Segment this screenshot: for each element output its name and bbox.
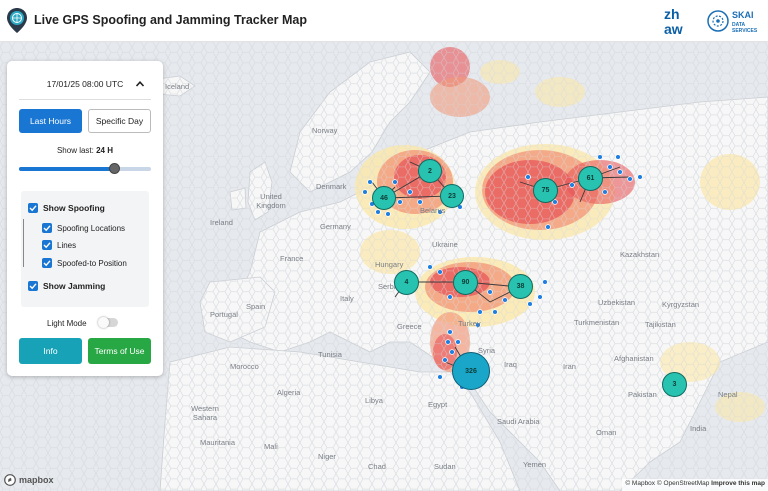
place-label: Kazakhstan [620, 250, 660, 259]
place-label: Pakistan [628, 390, 657, 399]
show-spoofing-checkbox[interactable] [28, 203, 38, 213]
show-last-label: Show last: 24 H [7, 146, 163, 155]
terms-of-use-button[interactable]: Terms of Use [88, 338, 151, 364]
place-label: Italy [340, 294, 354, 303]
svg-text:zh: zh [664, 6, 680, 22]
slider-fill [19, 167, 115, 171]
place-label: Mali [264, 442, 278, 451]
svg-text:SKAI: SKAI [732, 10, 754, 20]
info-button[interactable]: Info [19, 338, 82, 364]
control-panel: 17/01/25 08:00 UTC Last Hours Specific D… [7, 61, 163, 376]
place-label: France [280, 254, 304, 263]
hours-slider[interactable] [19, 167, 151, 171]
spoofing-cluster[interactable]: 326 [452, 352, 490, 390]
place-label: Germany [320, 222, 351, 231]
place-label: Uzbekistan [598, 298, 636, 307]
place-label: Afghanistan [614, 354, 654, 363]
app-header: Live GPS Spoofing and Jamming Tracker Ma… [0, 0, 768, 42]
place-label: Chad [368, 462, 386, 471]
show-last-value: 24 H [96, 146, 114, 155]
chevron-up-icon[interactable] [135, 79, 145, 89]
place-label: Nepal [718, 390, 738, 399]
show-jamming-checkbox[interactable] [28, 281, 38, 291]
lines-checkbox[interactable] [42, 240, 52, 250]
map-attribution: © Mapbox © OpenStreetMap Improve this ma… [622, 479, 768, 491]
show-spoofing-label: Show Spoofing [43, 203, 105, 213]
place-label: Hungary [375, 260, 404, 269]
show-last-prefix: Show last: [56, 146, 94, 155]
svg-text:aw: aw [664, 21, 683, 36]
place-label: Turkey [458, 319, 481, 328]
suboption-guide-line [23, 219, 24, 267]
place-label: Ukraine [432, 240, 458, 249]
place-label: India [690, 424, 707, 433]
place-label: Norway [312, 126, 338, 135]
place-label: Sudan [434, 462, 456, 471]
improve-map-link[interactable]: Improve this map [711, 480, 765, 487]
show-jamming-label: Show Jamming [43, 281, 106, 291]
place-label: Iran [563, 362, 576, 371]
place-label: Tunisia [318, 350, 342, 359]
spoofing-cluster[interactable]: 38 [508, 274, 533, 299]
place-label: Spain [246, 302, 266, 311]
attribution-osm-link[interactable]: © OpenStreetMap [657, 480, 709, 487]
place-label: Morocco [230, 362, 259, 371]
skai-logo: SKAI DATA SERVICES [707, 10, 758, 34]
place-label: Oman [596, 428, 617, 437]
place-label: Kyrgyzstan [662, 300, 700, 309]
last-hours-button[interactable]: Last Hours [19, 109, 82, 133]
spoofing-cluster[interactable]: 3 [662, 372, 687, 397]
place-label: Tajikistan [645, 320, 676, 329]
spoofed-position-checkbox[interactable] [42, 258, 52, 268]
place-label: Iceland [165, 82, 190, 91]
light-mode-label: Light Mode [47, 319, 87, 328]
place-label: Yemen [523, 460, 547, 469]
place-label: Algeria [277, 388, 301, 397]
spoofing-cluster[interactable]: 46 [372, 186, 396, 210]
slider-thumb[interactable] [108, 163, 120, 174]
spoofed-position-label: Spoofed-to Position [57, 259, 127, 268]
place-label: Greece [397, 322, 422, 331]
toggle-knob [98, 317, 109, 328]
place-label: Portugal [210, 310, 238, 319]
lines-label: Lines [57, 241, 77, 250]
light-mode-toggle[interactable] [98, 317, 118, 328]
divider [19, 99, 151, 100]
place-label: Western Sahara [191, 404, 219, 422]
spoofing-cluster[interactable]: 61 [578, 166, 603, 191]
spoofing-locations-checkbox[interactable] [42, 223, 52, 233]
place-label: Ireland [210, 218, 233, 227]
spoofing-cluster[interactable]: 4 [394, 270, 419, 295]
place-label: Denmark [316, 182, 347, 191]
place-label: Turkmenistan [574, 318, 620, 327]
spoofing-cluster[interactable]: 2 [418, 159, 442, 183]
place-label: Saudi Arabia [497, 417, 540, 426]
spoofing-cluster[interactable]: 90 [453, 270, 478, 295]
place-label: Belarus [420, 206, 446, 215]
spoofing-cluster[interactable]: 23 [440, 184, 464, 208]
app-logo-icon [7, 8, 27, 33]
specific-day-button[interactable]: Specific Day [88, 109, 151, 133]
zhaw-logo: zh aw [664, 6, 683, 36]
mapbox-logo[interactable]: mapbox [4, 473, 54, 487]
app-title: Live GPS Spoofing and Jamming Tracker Ma… [34, 13, 307, 27]
mapbox-icon [4, 474, 16, 486]
place-label: Iraq [504, 360, 517, 369]
spoofing-locations-label: Spoofing Locations [57, 224, 126, 233]
place-label: Libya [365, 396, 383, 405]
attribution-mapbox-link[interactable]: © Mapbox [625, 480, 655, 487]
spoofing-cluster[interactable]: 75 [533, 178, 558, 203]
place-label: Egypt [428, 400, 448, 409]
mapbox-logo-text: mapbox [19, 475, 54, 485]
place-label: United Kingdom [256, 192, 286, 210]
place-label: Niger [318, 452, 336, 461]
place-label: Mauritania [200, 438, 236, 447]
svg-text:SERVICES: SERVICES [732, 28, 758, 34]
